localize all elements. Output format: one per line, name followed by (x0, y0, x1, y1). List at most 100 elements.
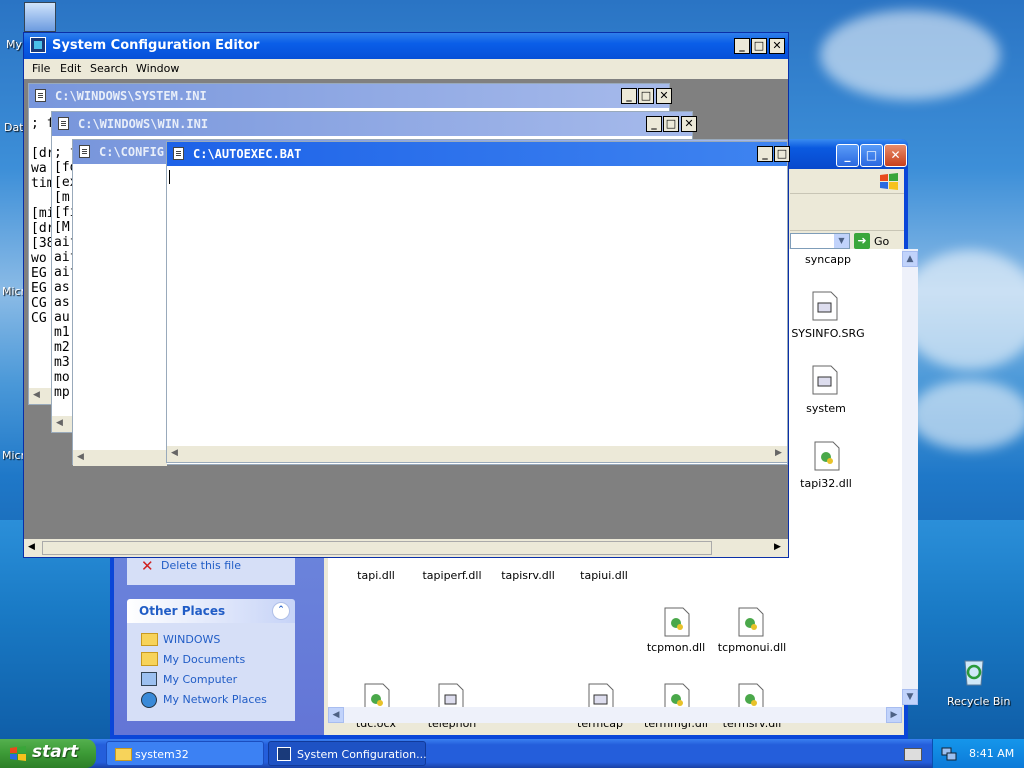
file-label[interactable]: system (786, 402, 866, 415)
other-place-my-documents[interactable]: My Documents (163, 653, 245, 666)
close-button[interactable]: ✕ (656, 88, 672, 104)
maximize-button[interactable]: □ (751, 38, 767, 54)
other-places-header[interactable]: Other Places ⌃ (127, 599, 295, 623)
file-label[interactable]: syncapp (788, 253, 868, 266)
other-place-network[interactable]: My Network Places (163, 693, 267, 706)
my-documents-icon (141, 652, 158, 666)
scroll-left-icon[interactable]: ◀ (56, 418, 63, 428)
scroll-left-icon[interactable]: ◀ (328, 707, 344, 723)
child-title: C:\WINDOWS\WIN.INI (78, 117, 209, 131)
delete-file-link[interactable]: Delete this file (161, 559, 241, 572)
scroll-left-icon[interactable]: ◀ (33, 390, 40, 400)
autoexec-text-area[interactable] (167, 168, 787, 444)
dll-icon[interactable] (814, 441, 840, 471)
file-icon[interactable] (812, 291, 838, 321)
horizontal-scrollbar[interactable]: ◀ (52, 416, 72, 432)
child-autoexec-bat[interactable]: C:\AUTOEXEC.BAT _ □ ◀ ▶ (166, 141, 790, 463)
minimize-button[interactable]: _ (734, 38, 750, 54)
taskbar-button-sysedit[interactable]: System Configuration... (268, 741, 427, 766)
maximize-button[interactable]: □ (774, 146, 790, 162)
desktop-icon-label: My (6, 38, 23, 51)
menu-search[interactable]: Search (90, 62, 128, 75)
file-label[interactable]: tapi.dll (336, 569, 416, 582)
cloud (820, 10, 1000, 100)
my-computer-icon[interactable] (24, 2, 56, 32)
address-bar: ▼ ➜ Go (790, 231, 904, 251)
taskbar-button-system32[interactable]: system32 (106, 741, 264, 766)
child-title: C:\CONFIG (99, 145, 165, 159)
sysedit-titlebar[interactable]: System Configuration Editor _ □ ✕ (24, 33, 788, 59)
minimize-button[interactable]: _ (621, 88, 637, 104)
scroll-right-icon[interactable]: ▶ (886, 707, 902, 723)
my-computer-icon (141, 672, 157, 686)
file-label[interactable]: tcpmonui.dll (712, 641, 792, 654)
address-dropdown-icon[interactable]: ▼ (834, 234, 849, 248)
close-button[interactable]: ✕ (769, 38, 785, 54)
child-titlebar[interactable]: C:\WINDOWS\WIN.INI _ □ ✕ (52, 112, 697, 136)
recycle-bin-icon[interactable] (958, 655, 990, 687)
dll-icon[interactable] (738, 607, 764, 637)
folder-icon (115, 748, 132, 761)
collapse-chevron-icon[interactable]: ⌃ (272, 602, 290, 620)
horizontal-scrollbar[interactable]: ◀ ▶ (167, 446, 787, 462)
document-icon (35, 89, 46, 102)
win-ini-text[interactable]: ; fo [fo [ex [m [fil [M aif aif aif as a… (54, 145, 74, 415)
file-label[interactable]: tapiperf.dll (412, 569, 492, 582)
sysedit-window: System Configuration Editor _ □ ✕ File E… (23, 32, 790, 558)
menu-bar: File Edit Search Window (24, 59, 788, 79)
scroll-left-icon[interactable]: ◀ (28, 542, 35, 552)
other-place-windows[interactable]: WINDOWS (163, 633, 220, 646)
scroll-left-icon[interactable]: ◀ (171, 448, 178, 458)
folder-icon (141, 633, 158, 646)
scroll-thumb[interactable] (42, 541, 712, 555)
file-label[interactable]: tcpmon.dll (636, 641, 716, 654)
vertical-scrollbar[interactable]: ▲ ▼ (902, 249, 918, 705)
taskbar-button-label: System Configuration... (297, 748, 427, 761)
other-place-my-computer[interactable]: My Computer (163, 673, 237, 686)
scroll-up-icon[interactable]: ▲ (902, 251, 918, 267)
network-icon[interactable] (941, 745, 957, 761)
child-title: C:\WINDOWS\SYSTEM.INI (55, 89, 207, 103)
child-titlebar[interactable]: C:\AUTOEXEC.BAT _ □ (167, 142, 790, 166)
other-places-box: WINDOWS My Documents My Computer My Netw… (127, 623, 295, 721)
recycle-bin-label: Recycle Bin (947, 695, 1011, 708)
file-label[interactable]: tapi32.dll (786, 477, 866, 490)
sysedit-title: System Configuration Editor (52, 38, 260, 53)
menu-edit[interactable]: Edit (60, 62, 81, 75)
maximize-button[interactable]: □ (638, 88, 654, 104)
child-titlebar[interactable]: C:\WINDOWS\SYSTEM.INI _ □ ✕ (29, 84, 672, 108)
scroll-right-icon[interactable]: ▶ (774, 542, 781, 552)
file-icon[interactable] (812, 365, 838, 395)
file-label[interactable]: SYSINFO.SRG (788, 327, 868, 340)
file-label[interactable]: tapisrv.dll (488, 569, 568, 582)
windows-logo-icon (878, 171, 900, 191)
minimize-button[interactable]: _ (757, 146, 773, 162)
scroll-right-icon[interactable]: ▶ (775, 448, 782, 458)
go-arrow-icon[interactable]: ➜ (854, 233, 870, 249)
sysedit-app-icon (30, 37, 46, 53)
file-label[interactable]: tapiui.dll (564, 569, 644, 582)
mdi-horizontal-scrollbar[interactable]: ◀ ▶ (24, 539, 788, 557)
maximize-button[interactable]: □ (860, 144, 883, 167)
menu-file[interactable]: File (32, 62, 50, 75)
maximize-button[interactable]: □ (663, 116, 679, 132)
go-button[interactable]: Go (874, 235, 889, 248)
clock[interactable]: 8:41 AM (969, 747, 1014, 760)
minimize-button[interactable]: _ (836, 144, 859, 167)
close-button[interactable]: ✕ (681, 116, 697, 132)
delete-icon: ✕ (141, 557, 154, 575)
scroll-left-icon[interactable]: ◀ (77, 452, 84, 462)
start-button[interactable]: start (0, 739, 96, 768)
minimize-button[interactable]: _ (646, 116, 662, 132)
horizontal-scrollbar[interactable]: ◀ ▶ (328, 707, 902, 723)
keyboard-icon[interactable] (904, 748, 922, 761)
cloud (900, 250, 1024, 370)
dll-icon[interactable] (664, 607, 690, 637)
close-button[interactable]: ✕ (884, 144, 907, 167)
scroll-down-icon[interactable]: ▼ (902, 689, 918, 705)
document-icon (79, 145, 90, 158)
menu-strip (790, 169, 904, 194)
menu-window[interactable]: Window (136, 62, 179, 75)
toolbar-strip (790, 194, 904, 231)
horizontal-scrollbar[interactable]: ◀ (73, 450, 167, 466)
